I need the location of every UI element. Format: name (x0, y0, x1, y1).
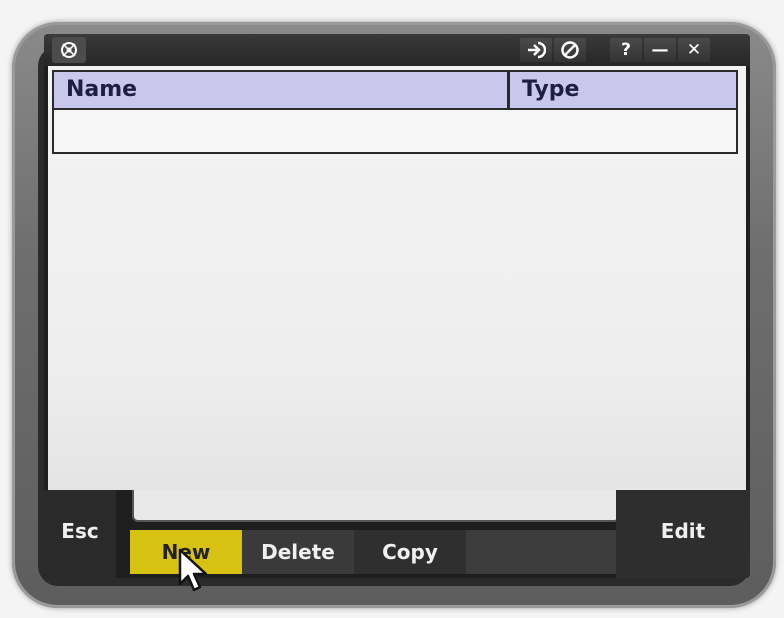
app-window: ? — ✕ Name Type Esc New Delete Copy Edit (44, 34, 750, 578)
table-header: Name Type (52, 70, 738, 110)
minimize-button[interactable]: — (644, 38, 676, 62)
list-area: Name Type (48, 66, 746, 490)
edit-button[interactable]: Edit (616, 490, 750, 578)
table-row[interactable] (52, 110, 738, 154)
help-button[interactable]: ? (610, 38, 642, 62)
close-button[interactable]: ✕ (678, 38, 710, 62)
mouse-pointer-icon (178, 548, 208, 592)
softkey-bar: Esc New Delete Copy Edit (44, 490, 750, 578)
column-header-type[interactable]: Type (510, 72, 736, 108)
login-arrow-icon[interactable] (520, 38, 552, 62)
column-header-name[interactable]: Name (54, 72, 510, 108)
title-bar: ? — ✕ (44, 34, 750, 66)
esc-button[interactable]: Esc (44, 490, 116, 578)
app-logo-icon[interactable] (52, 37, 86, 63)
empty-softkey[interactable] (466, 530, 616, 574)
copy-button[interactable]: Copy (354, 530, 466, 574)
delete-button[interactable]: Delete (242, 530, 354, 574)
cancel-icon[interactable] (554, 38, 586, 62)
input-field[interactable] (132, 490, 620, 522)
